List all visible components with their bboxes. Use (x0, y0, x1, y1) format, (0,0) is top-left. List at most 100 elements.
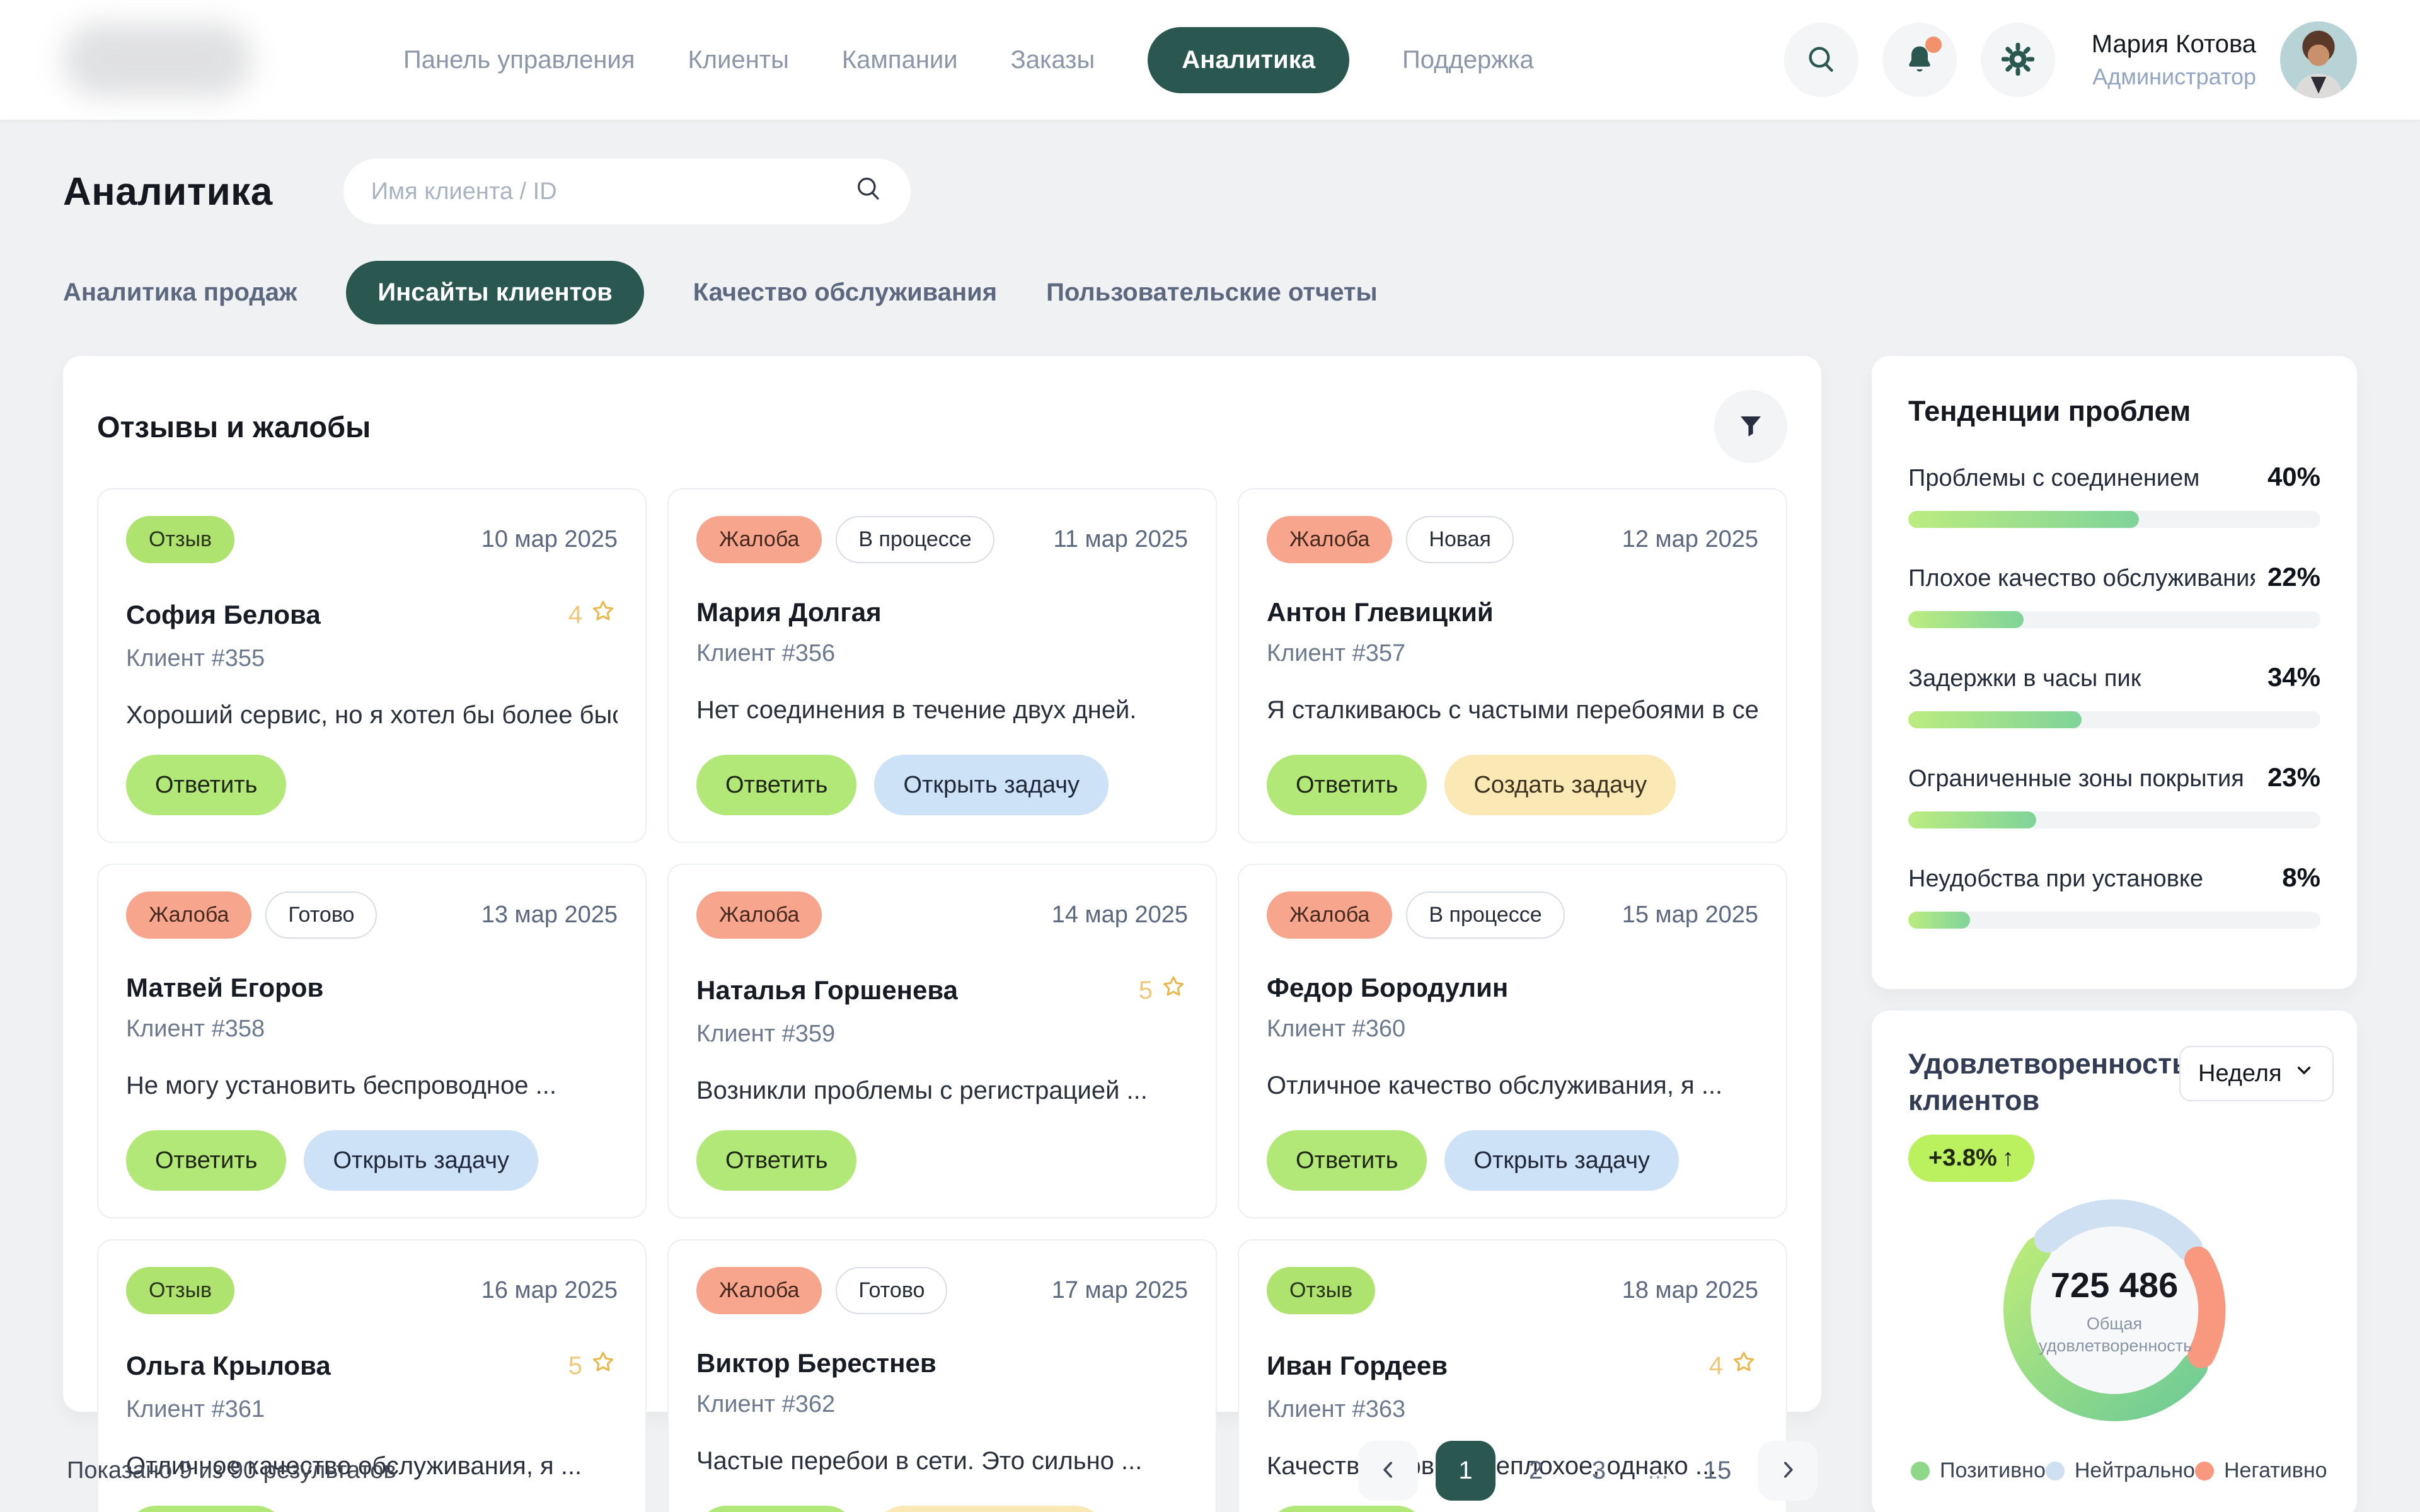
feedback-card: Жалоба В процессе 11 мар 2025 Мария Долг… (667, 488, 1217, 843)
prev-page-button[interactable] (1358, 1441, 1418, 1501)
client-id: Клиент #359 (696, 1021, 1188, 1048)
feedback-type-badge: Отзыв (126, 1267, 234, 1314)
tab-3[interactable]: Пользовательские отчеты (1046, 278, 1378, 307)
reply-button[interactable]: Ответить (1267, 755, 1427, 815)
page-title: Аналитика (63, 169, 273, 214)
page-15-button[interactable]: 15 (1695, 1457, 1740, 1485)
status-badge: В процессе (836, 516, 994, 563)
tab-2[interactable]: Качество обслуживания (693, 278, 997, 307)
nav-right-cluster: Мария Котова Администратор (1784, 21, 2357, 98)
reply-button[interactable]: Ответить (1267, 1130, 1427, 1191)
review-text: Не могу установить беспроводное ... (126, 1072, 618, 1100)
rating-value: 4 (568, 601, 582, 629)
settings-button[interactable] (1981, 23, 2055, 97)
filter-funnel-icon (1736, 411, 1766, 443)
feedback-type-badge: Жалоба (696, 1267, 822, 1314)
feedback-card: Жалоба В процессе 15 мар 2025 Федор Боро… (1238, 864, 1787, 1218)
reply-button[interactable]: Ответить (126, 1130, 286, 1191)
create-task-button[interactable]: Создать задачу (1444, 755, 1676, 815)
trend-item: Ограниченные зоны покрытия 23% (1908, 762, 2320, 828)
review-text: Возникли проблемы с регистрацией ... (696, 1077, 1188, 1105)
feedback-type-badge: Жалоба (1267, 516, 1392, 563)
client-search-input[interactable] (371, 178, 854, 205)
nav-item-4[interactable]: Аналитика (1148, 27, 1349, 93)
user-block[interactable]: Мария Котова Администратор (2092, 30, 2256, 90)
card-date: 15 мар 2025 (1622, 902, 1758, 929)
open-task-button[interactable]: Открыть задачу (874, 755, 1109, 815)
page-3-button[interactable]: 3 (1576, 1457, 1622, 1485)
page-2-button[interactable]: 2 (1513, 1457, 1559, 1485)
nav-item-5[interactable]: Поддержка (1402, 46, 1534, 74)
reply-button[interactable]: Ответить (1267, 1506, 1427, 1512)
nav-item-1[interactable]: Клиенты (688, 46, 788, 74)
create-task-button[interactable]: Создать задачу (874, 1506, 1105, 1512)
satisfaction-total-label: Общая удовлетворенность (2039, 1313, 2190, 1357)
trend-label: Задержки в часы пик (1908, 665, 2141, 692)
app-logo (63, 23, 252, 97)
open-task-button[interactable]: Открыть задачу (1444, 1130, 1679, 1191)
feedback-card: Жалоба Новая 12 мар 2025 Антон Глевицкий… (1238, 488, 1787, 843)
card-date: 14 мар 2025 (1052, 902, 1188, 929)
trend-percent: 40% (2267, 462, 2320, 492)
search-icon[interactable] (854, 174, 883, 209)
star-icon (589, 597, 618, 633)
trend-percent: 22% (2267, 562, 2320, 592)
client-search-box (343, 159, 911, 224)
feedback-title: Отзывы и жалобы (97, 410, 371, 444)
reply-button[interactable]: Ответить (696, 1506, 856, 1512)
search-icon (1805, 43, 1838, 77)
nav-item-3[interactable]: Заказы (1011, 46, 1095, 74)
customer-name: Антон Глевицкий (1267, 597, 1494, 627)
page-1-button[interactable]: 1 (1436, 1441, 1495, 1501)
feedback-type-badge: Жалоба (696, 891, 822, 939)
feedback-card: Жалоба 14 мар 2025 Наталья Горшенева 5 К… (667, 864, 1217, 1218)
reply-button[interactable]: Ответить (126, 1506, 286, 1512)
search-button[interactable] (1784, 23, 1858, 97)
notification-dot (1925, 37, 1942, 53)
open-task-button[interactable]: Открыть задачу (304, 1130, 538, 1191)
trend-bar (1908, 811, 2320, 828)
tab-0[interactable]: Аналитика продаж (63, 278, 297, 307)
pagination: 123...15 (1358, 1441, 1818, 1501)
review-text: Отличное качество обслуживания, я ... (1267, 1072, 1758, 1100)
feedback-section: Отзывы и жалобы Отзыв 10 мар 2025 София … (63, 356, 1821, 1501)
results-count: Показано 9 из 90 результатов (67, 1457, 396, 1484)
legend-item: Нейтрально (2046, 1458, 2195, 1483)
client-id: Клиент #355 (126, 645, 618, 672)
client-id: Клиент #357 (1267, 640, 1758, 667)
trends-title: Тенденции проблем (1908, 395, 2320, 428)
star-icon (1159, 973, 1188, 1008)
feedback-card: Жалоба Готово 13 мар 2025 Матвей Егоров … (97, 864, 647, 1218)
customer-name: Виктор Берестнев (696, 1348, 936, 1378)
trend-bar (1908, 511, 2320, 528)
satisfaction-card: Удовлетворенность клиентов Неделя +3.8% … (1872, 1011, 2357, 1512)
title-row: Аналитика (63, 159, 2357, 224)
reply-button[interactable]: Ответить (126, 755, 286, 815)
reply-button[interactable]: Ответить (696, 1130, 856, 1191)
customer-name: Наталья Горшенева (696, 975, 958, 1005)
client-id: Клиент #356 (696, 640, 1188, 667)
tab-1[interactable]: Инсайты клиентов (346, 261, 643, 324)
customer-name: Мария Долгая (696, 597, 882, 627)
nav-item-0[interactable]: Панель управления (403, 46, 635, 74)
filter-button[interactable] (1714, 390, 1787, 463)
period-dropdown[interactable]: Неделя (2179, 1046, 2334, 1101)
feedback-card-panel: Отзывы и жалобы Отзыв 10 мар 2025 София … (63, 356, 1821, 1412)
next-page-button[interactable] (1758, 1441, 1818, 1501)
status-badge: Готово (836, 1267, 947, 1314)
reply-button[interactable]: Ответить (696, 755, 856, 815)
avatar[interactable] (2280, 21, 2357, 98)
card-date: 10 мар 2025 (481, 526, 618, 553)
notifications-button[interactable] (1882, 23, 1957, 97)
chevron-left-icon (1376, 1457, 1401, 1484)
client-id: Клиент #360 (1267, 1016, 1758, 1043)
legend-item: Позитивно (1911, 1458, 2046, 1483)
trend-percent: 8% (2282, 862, 2320, 893)
feedback-type-badge: Отзыв (1267, 1267, 1375, 1314)
trend-label: Ограниченные зоны покрытия (1908, 765, 2244, 793)
legend-dot (2046, 1462, 2065, 1480)
trend-bar (1908, 711, 2320, 728)
nav-item-2[interactable]: Кампании (842, 46, 958, 74)
trend-item: Проблемы с соединением 40% (1908, 462, 2320, 528)
right-sidebar: Тенденции проблем Проблемы с соединением… (1872, 356, 2357, 1512)
